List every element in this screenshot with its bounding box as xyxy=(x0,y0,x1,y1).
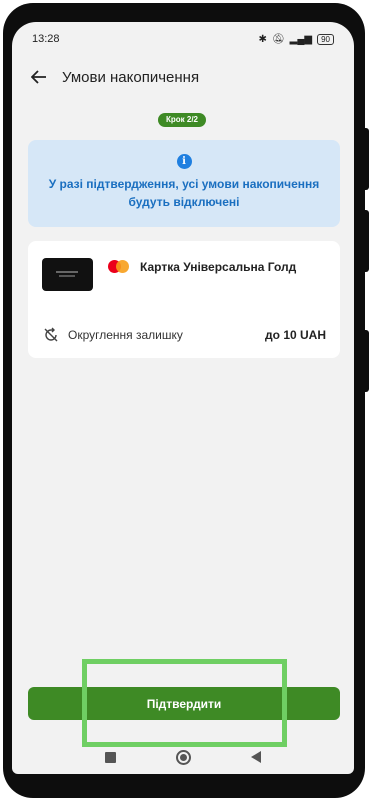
bluetooth-icon: ✱ xyxy=(258,33,267,45)
app-header: Умови накопичення xyxy=(12,62,354,92)
signal-icon: ▂▄▆ xyxy=(289,33,313,45)
card-image xyxy=(42,258,93,291)
rounding-off-icon xyxy=(42,327,60,343)
highlight-frame xyxy=(82,659,287,747)
rounding-label: Округлення залишку xyxy=(68,328,183,342)
nav-back-icon[interactable] xyxy=(251,751,261,763)
info-banner: i У разі підтвердження, усі умови накопи… xyxy=(28,140,340,227)
status-time: 13:28 xyxy=(32,33,60,45)
home-icon[interactable] xyxy=(176,749,191,765)
mastercard-icon xyxy=(108,260,130,274)
side-button xyxy=(361,330,369,392)
side-button xyxy=(361,128,369,190)
info-icon: i xyxy=(176,154,192,169)
rounding-value: до 10 UAH xyxy=(265,328,326,342)
recents-icon[interactable] xyxy=(105,751,116,763)
step-badge: Крок 2/2 xyxy=(158,113,207,127)
info-text: У разі підтвердження, усі умови накопиче… xyxy=(28,175,340,211)
card-name: Картка Універсальна Голд xyxy=(140,260,297,274)
side-button xyxy=(361,210,369,272)
status-icons: ✱ 🔕︎ ▂▄▆ 90 xyxy=(258,33,334,45)
battery-icon: 90 xyxy=(317,33,334,45)
card-summary: Картка Універсальна Голд Округлення зали… xyxy=(28,241,340,358)
info-text-line1: У разі підтвердження, усі умови накопиче… xyxy=(48,177,320,191)
back-arrow-icon[interactable] xyxy=(30,68,48,86)
info-text-line2: будуть відключені xyxy=(128,195,240,209)
rounding-row: Округлення залишку до 10 UAH xyxy=(42,327,326,343)
mute-icon: 🔕︎ xyxy=(271,33,285,45)
status-bar: 13:28 ✱ 🔕︎ ▂▄▆ 90 xyxy=(12,22,354,56)
page-title: Умови накопичення xyxy=(62,68,200,86)
